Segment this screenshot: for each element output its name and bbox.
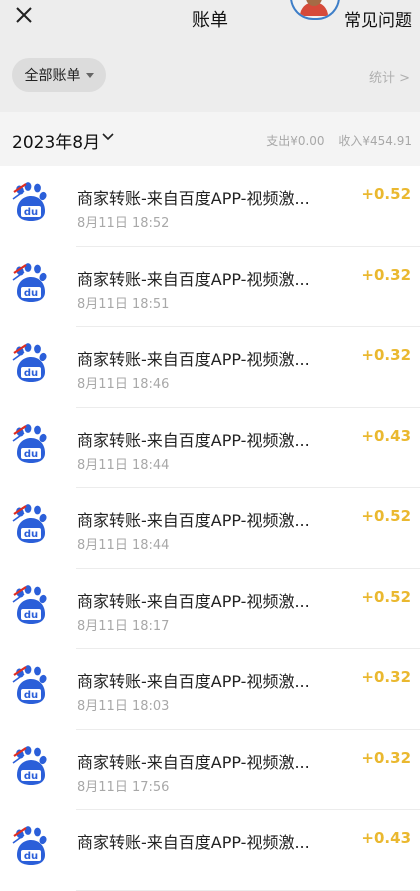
transaction-title: 商家转账-来自百度APP-视频激... <box>77 833 310 852</box>
filter-bar: 全部账单 统计 > <box>0 36 420 112</box>
baidu-logo-icon: du <box>12 504 47 543</box>
transaction-time: 8月11日 18:17 <box>77 618 170 634</box>
transaction-title: 商家转账-来自百度APP-视频激... <box>77 752 310 772</box>
svg-text:du: du <box>24 851 38 862</box>
row-divider <box>76 889 420 891</box>
transaction-list: du 商家转账-来自百度APP-视频激... 8月11日 18:52 +0.52… <box>0 166 420 891</box>
transaction-title: 商家转账-来自百度APP-视频激... <box>77 350 310 369</box>
baidu-logo-icon: du <box>12 745 47 785</box>
transaction-title: 商家转账-来自百度APP-视频激... <box>77 591 310 611</box>
svg-text:du: du <box>24 690 38 701</box>
transaction-row[interactable]: du 商家转账-来自百度APP-视频激... 8月11日 18:17 +0.52 <box>0 568 420 649</box>
transaction-row[interactable]: du 商家转账-来自百度APP-视频激... 8月11日 18:44 +0.43 <box>0 407 420 488</box>
svg-text:du: du <box>24 771 38 782</box>
transaction-title: 商家转账-来自百度APP-视频激... <box>77 269 310 289</box>
baidu-logo-icon: du <box>12 343 47 382</box>
caret-down-icon <box>85 72 94 78</box>
transaction-row[interactable]: du 商家转账-来自百度APP-视频激... 8月11日 18:46 +0.32 <box>0 327 420 408</box>
transaction-amount: +0.52 <box>361 507 411 525</box>
transaction-title: 商家转账-来自百度APP-视频激... <box>77 511 310 530</box>
transaction-amount: +0.32 <box>361 265 411 284</box>
transaction-time: 8月11日 18:52 <box>77 216 170 231</box>
transaction-row[interactable]: du 商家转账-来自百度APP-视频激... +0.43 <box>0 810 420 891</box>
transaction-title: 商家转账-来自百度APP-视频激... <box>77 672 310 691</box>
transaction-row[interactable]: du 商家转账-来自百度APP-视频激... 8月11日 18:51 +0.32 <box>0 246 420 327</box>
baidu-logo-icon: du <box>12 665 47 704</box>
month-selector[interactable]: 2023年8月 <box>12 128 100 153</box>
baidu-logo-icon: du <box>12 826 47 865</box>
svg-text:du: du <box>24 529 38 540</box>
transaction-row[interactable]: du 商家转账-来自百度APP-视频激... 8月11日 18:03 +0.32 <box>0 649 420 730</box>
svg-text:du: du <box>24 288 38 299</box>
all-bills-label: 全部账单 <box>24 68 81 84</box>
transaction-amount: +0.32 <box>361 748 411 767</box>
transaction-row[interactable]: du 商家转账-来自百度APP-视频激... 8月11日 18:52 +0.52 <box>0 166 420 247</box>
transaction-amount: +0.43 <box>361 829 411 847</box>
transaction-time: 8月11日 17:56 <box>77 779 170 795</box>
transaction-time: 8月11日 18:51 <box>77 296 170 312</box>
transaction-amount: +0.43 <box>361 426 411 445</box>
transaction-time: 8月11日 18:44 <box>77 457 170 473</box>
transaction-row[interactable]: du 商家转账-来自百度APP-视频激... 8月11日 17:56 +0.32 <box>0 729 420 810</box>
transaction-amount: +0.52 <box>361 587 411 606</box>
month-header: 2023年8月 支出¥0.00 收入¥454.91 <box>0 112 420 166</box>
transaction-time: 8月11日 18:44 <box>77 538 170 553</box>
svg-text:du: du <box>24 368 38 379</box>
transaction-time: 8月11日 18:03 <box>77 699 170 714</box>
transaction-amount: +0.52 <box>361 185 411 203</box>
expense-total: 支出¥0.00 <box>266 134 325 148</box>
statistics-link[interactable]: 统计 > <box>369 67 410 86</box>
all-bills-dropdown[interactable]: 全部账单 <box>12 58 106 92</box>
top-bar: 账单 常见问题 <box>0 0 420 36</box>
baidu-logo-icon: du <box>12 423 47 463</box>
baidu-logo-icon: du <box>12 262 47 302</box>
transaction-amount: +0.32 <box>361 346 411 364</box>
transaction-amount: +0.32 <box>361 668 411 686</box>
transaction-title: 商家转账-来自百度APP-视频激... <box>77 189 310 208</box>
month-summary: 支出¥0.00 收入¥454.91 <box>266 132 412 149</box>
income-total: 收入¥454.91 <box>338 134 412 148</box>
svg-text:du: du <box>24 449 38 460</box>
transaction-title: 商家转账-来自百度APP-视频激... <box>77 430 310 450</box>
baidu-logo-icon: du <box>12 584 47 624</box>
svg-text:du: du <box>24 610 38 621</box>
svg-text:du: du <box>24 207 38 218</box>
transaction-time: 8月11日 18:46 <box>77 377 170 392</box>
transaction-row[interactable]: du 商家转账-来自百度APP-视频激... 8月11日 18:44 +0.52 <box>0 488 420 569</box>
faq-link[interactable]: 常见问题 <box>344 6 412 31</box>
chevron-down-icon[interactable] <box>101 130 115 144</box>
baidu-logo-icon: du <box>12 182 47 221</box>
